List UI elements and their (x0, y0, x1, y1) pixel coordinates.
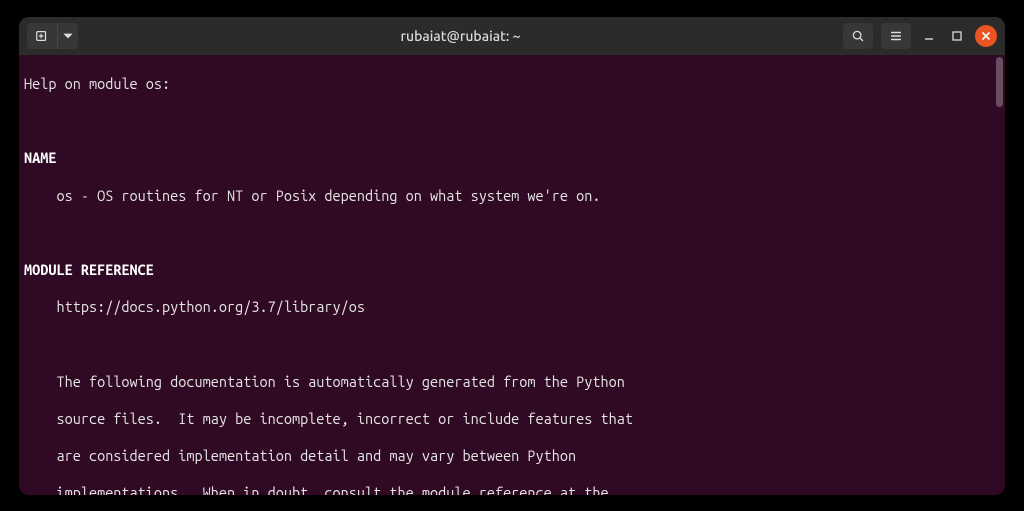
maximize-button[interactable] (947, 26, 967, 46)
close-button[interactable] (975, 25, 997, 47)
titlebar: rubaiat@rubaiat: ~ (19, 17, 1005, 55)
search-button[interactable] (843, 23, 873, 49)
minimize-button[interactable] (919, 26, 939, 46)
section-module-reference: MODULE REFERENCE (24, 261, 1000, 280)
window-title: rubaiat@rubaiat: ~ (78, 28, 843, 44)
help-header: Help on module os: (24, 75, 1000, 94)
new-tab-group (27, 23, 78, 49)
scrollbar-thumb[interactable] (996, 57, 1003, 107)
terminal-body[interactable]: Help on module os: NAME os - OS routines… (19, 55, 1005, 495)
menu-button[interactable] (881, 23, 911, 49)
name-line: os - OS routines for NT or Posix dependi… (56, 187, 1000, 206)
terminal-window: rubaiat@rubaiat: ~ Help on module os: NA… (19, 17, 1005, 495)
modref-text: source files. It may be incomplete, inco… (56, 410, 1000, 429)
modref-text: The following documentation is automatic… (56, 373, 1000, 392)
modref-text: are considered implementation detail and… (56, 447, 1000, 466)
module-reference-url: https://docs.python.org/3.7/library/os (56, 298, 1000, 317)
new-tab-dropdown[interactable] (58, 23, 78, 49)
section-name: NAME (24, 149, 1000, 168)
new-tab-button[interactable] (27, 23, 57, 49)
modref-text: implementations. When in doubt, consult … (56, 484, 1000, 494)
